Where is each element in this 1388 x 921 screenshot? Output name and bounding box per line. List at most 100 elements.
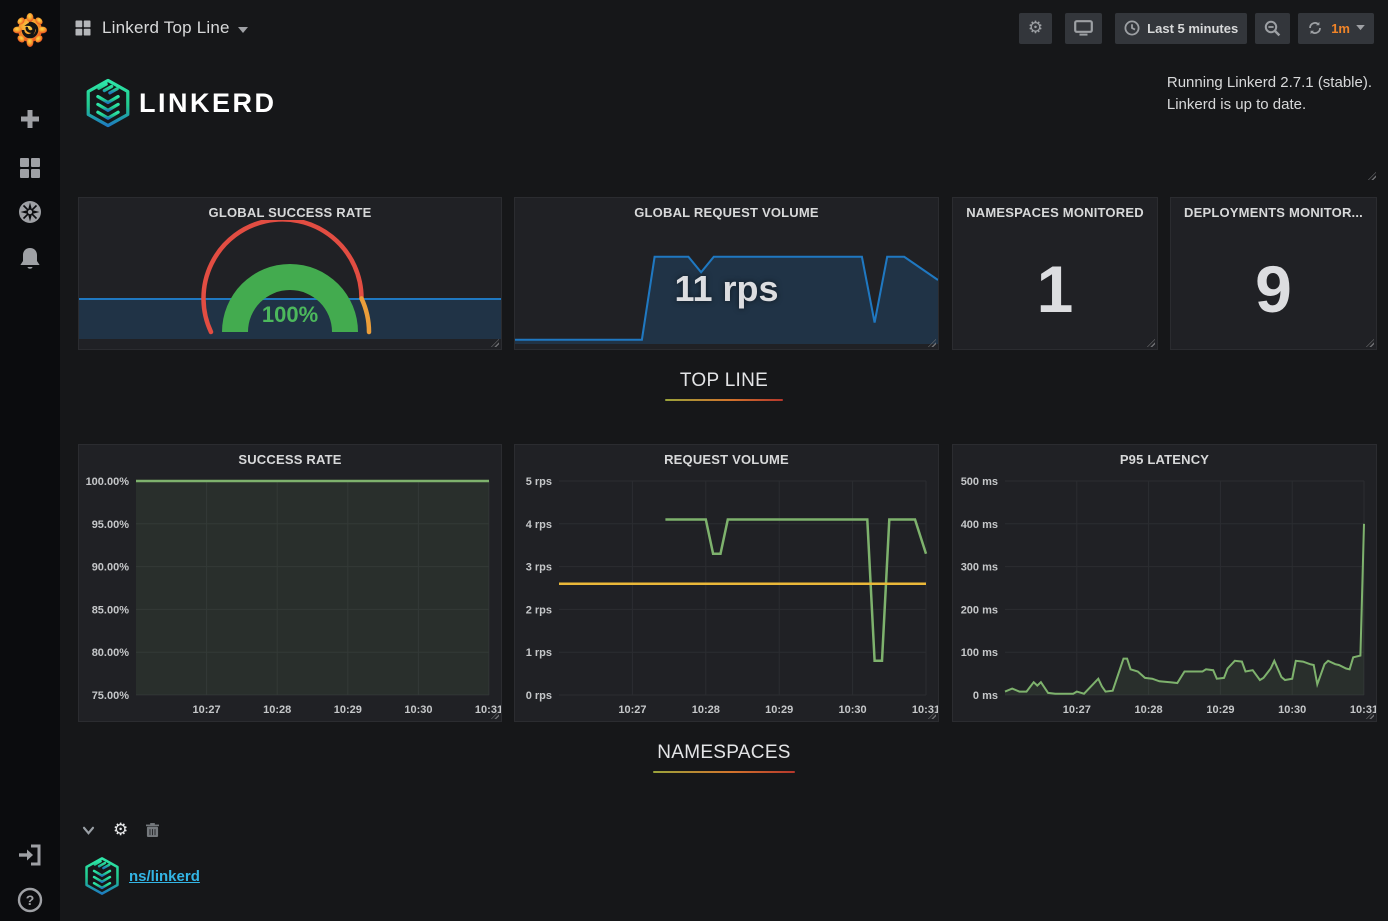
status-line-1: Running Linkerd 2.7.1 (stable). — [1167, 72, 1372, 94]
sidebar-item-alerting[interactable] — [0, 241, 60, 277]
svg-text:500 ms: 500 ms — [961, 476, 998, 488]
sidebar-item-help[interactable]: ? — [0, 882, 60, 918]
row-controls: ⚙ — [82, 822, 177, 839]
svg-text:10:29: 10:29 — [1206, 704, 1234, 716]
success-rate-chart-panel: SUCCESS RATE 75.00% 80.00% 85.00% 90.00% 95.… — [78, 444, 502, 722]
svg-text:5 rps: 5 rps — [526, 476, 552, 488]
svg-text:200 ms: 200 ms — [961, 604, 998, 616]
linkerd-status-text: Running Linkerd 2.7.1 (stable). Linkerd … — [1167, 72, 1372, 116]
dashboard-title-button[interactable]: Linkerd Top Line — [74, 18, 248, 38]
caret-down-icon — [238, 27, 248, 34]
row-title: NAMESPACES — [60, 742, 1388, 764]
clock-icon — [1124, 20, 1140, 36]
svg-text:10:29: 10:29 — [765, 704, 793, 716]
row-header-top-line[interactable]: TOP LINE — [60, 370, 1388, 401]
stat-value: 1 — [953, 228, 1157, 349]
svg-text:10:27: 10:27 — [1063, 704, 1091, 716]
svg-text:10:29: 10:29 — [334, 704, 362, 716]
svg-text:100%: 100% — [262, 302, 318, 327]
row-underline — [665, 399, 783, 401]
alerting-bell-icon — [18, 246, 42, 272]
namespace-row: ns/linkerd — [84, 856, 200, 896]
svg-text:95.00%: 95.00% — [92, 519, 130, 531]
header-text-panel: LINKERD Running Linkerd 2.7.1 (stable). … — [75, 60, 1378, 182]
dashboard-settings-button[interactable]: ⚙ — [1019, 13, 1052, 44]
settings-gear-icon: ⚙ — [113, 822, 128, 839]
svg-text:0 rps: 0 rps — [526, 690, 552, 702]
linkerd-brand: LINKERD — [85, 78, 277, 128]
svg-text:10:30: 10:30 — [839, 704, 867, 716]
help-icon: ? — [17, 887, 43, 913]
request-volume-chart: 0 rps1 rps2 rps3 rps4 rps5 rps10:2710:28… — [515, 471, 938, 721]
zoom-out-button[interactable] — [1255, 13, 1290, 44]
row-delete-button[interactable] — [146, 823, 159, 838]
svg-text:?: ? — [26, 892, 35, 908]
refresh-icon — [1307, 20, 1323, 36]
sidebar-item-create[interactable] — [0, 101, 60, 137]
panel-title[interactable]: SUCCESS RATE — [79, 452, 501, 467]
svg-text:10:30: 10:30 — [1278, 704, 1306, 716]
success-rate-chart: 75.00% 80.00% 85.00% 90.00% 95.00% 100.00% 10:… — [79, 471, 501, 721]
grafana-logo-icon — [11, 11, 49, 49]
svg-text:90.00%: 90.00% — [92, 562, 130, 574]
svg-text:0 ms: 0 ms — [973, 690, 998, 702]
panel-title[interactable]: P95 LATENCY — [953, 452, 1376, 467]
zoom-out-icon — [1264, 20, 1281, 37]
sidebar-item-sign-in[interactable] — [0, 837, 60, 873]
svg-text:100.00%: 100.00% — [86, 476, 130, 488]
panel-resize-handle[interactable] — [491, 339, 499, 347]
sidebar: ? — [0, 0, 60, 921]
namespace-link[interactable]: ns/linkerd — [129, 868, 200, 885]
svg-text:4 rps: 4 rps — [526, 519, 552, 531]
stat-value: 11 rps — [515, 228, 938, 349]
tv-cycle-icon — [1074, 20, 1093, 36]
dashboard-grid-icon — [74, 19, 92, 37]
global-request-volume-panel: GLOBAL REQUEST VOLUME 11 rps — [514, 197, 939, 350]
row-underline — [653, 771, 795, 773]
panel-title[interactable]: GLOBAL REQUEST VOLUME — [515, 205, 938, 220]
success-rate-gauge: 100% — [180, 220, 400, 340]
panel-title[interactable]: REQUEST VOLUME — [515, 452, 938, 467]
svg-text:10:30: 10:30 — [404, 704, 432, 716]
p95-latency-chart-panel: P95 LATENCY 0 ms 100 ms 200 ms 300 ms 400 ms… — [952, 444, 1377, 722]
caret-down-icon — [1356, 25, 1365, 31]
settings-gear-icon: ⚙ — [1028, 20, 1043, 37]
panel-title[interactable]: DEPLOYMENTS MONITOR... — [1171, 205, 1376, 220]
panel-resize-handle[interactable] — [1368, 172, 1376, 180]
navbar-actions: ⚙ Last 5 minutes 1m — [1006, 13, 1374, 44]
sidebar-item-dashboards[interactable] — [0, 150, 60, 186]
request-volume-chart-panel: REQUEST VOLUME 0 rps1 rps2 rps3 rps4 rps… — [514, 444, 939, 722]
row-settings-button[interactable]: ⚙ — [113, 822, 128, 839]
dashboard-title: Linkerd Top Line — [102, 18, 230, 38]
stat-value: 9 — [1171, 228, 1376, 349]
time-range-label: Last 5 minutes — [1147, 21, 1238, 36]
status-line-2: Linkerd is up to date. — [1167, 94, 1372, 116]
svg-text:1 rps: 1 rps — [526, 647, 552, 659]
svg-text:400 ms: 400 ms — [961, 519, 998, 531]
row-header-namespaces[interactable]: NAMESPACES — [60, 742, 1388, 773]
refresh-interval-value: 1m — [1331, 21, 1350, 36]
svg-text:10:27: 10:27 — [618, 704, 646, 716]
p95-latency-chart: 0 ms 100 ms 200 ms 300 ms 400 ms 500 ms 10:27 1… — [953, 471, 1376, 721]
dashboards-grid-icon — [18, 156, 42, 180]
sidebar-item-explore[interactable] — [0, 194, 60, 230]
row-collapse-button[interactable] — [82, 826, 95, 835]
chevron-down-icon — [82, 826, 95, 835]
svg-text:3 rps: 3 rps — [526, 562, 552, 574]
svg-text:10:27: 10:27 — [193, 704, 221, 716]
svg-text:75.00%: 75.00% — [92, 690, 130, 702]
linkerd-logo-icon — [84, 856, 120, 896]
panel-title[interactable]: GLOBAL SUCCESS RATE — [79, 205, 501, 220]
refresh-button[interactable]: 1m — [1298, 13, 1374, 44]
trash-icon — [146, 823, 159, 838]
svg-text:300 ms: 300 ms — [961, 562, 998, 574]
grafana-logo[interactable] — [0, 8, 60, 52]
linkerd-logo-icon — [85, 78, 131, 128]
svg-text:85.00%: 85.00% — [92, 604, 130, 616]
time-range-button[interactable]: Last 5 minutes — [1115, 13, 1247, 44]
cycle-view-button[interactable] — [1065, 13, 1102, 44]
svg-text:100 ms: 100 ms — [961, 647, 998, 659]
panel-title[interactable]: NAMESPACES MONITORED — [953, 205, 1157, 220]
svg-text:80.00%: 80.00% — [92, 647, 130, 659]
navbar: Linkerd Top Line ⚙ Last 5 minutes — [60, 0, 1388, 56]
